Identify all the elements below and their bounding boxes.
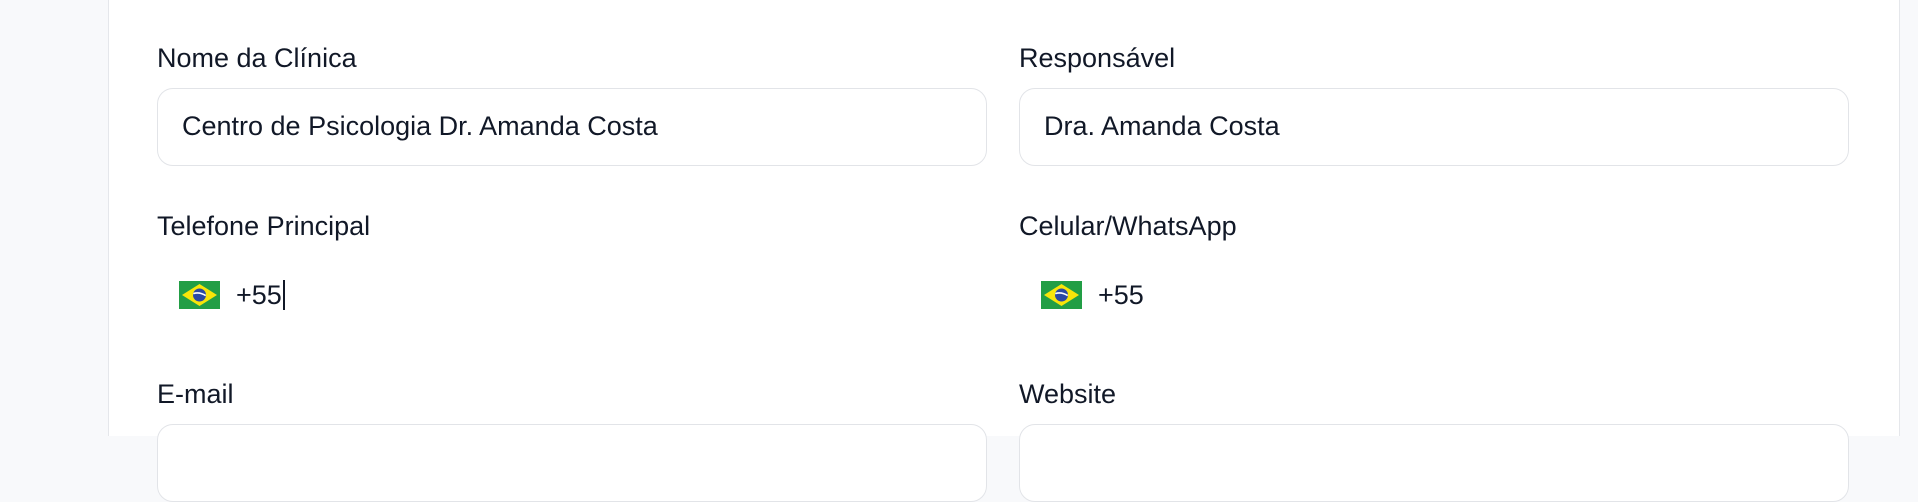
website-field: Website <box>1019 374 1849 502</box>
mobile-whatsapp-dial-code: +55 <box>1098 280 1144 310</box>
website-label: Website <box>1019 379 1117 409</box>
clinic-name-label: Nome da Clínica <box>157 43 357 73</box>
clinic-name-input[interactable]: Centro de Psicologia Dr. Amanda Costa <box>157 88 987 166</box>
main-phone-dial-code: +55 <box>236 275 285 315</box>
clinic-form-card: Nome da Clínica Centro de Psicologia Dr.… <box>108 0 1900 502</box>
brazil-flag-icon[interactable] <box>1041 281 1082 309</box>
main-phone-dial-code-text: +55 <box>236 280 282 310</box>
responsible-label: Responsável <box>1019 43 1176 73</box>
clinic-name-field: Nome da Clínica Centro de Psicologia Dr.… <box>157 38 987 166</box>
brazil-flag-icon[interactable] <box>179 281 220 309</box>
email-label: E-mail <box>157 379 234 409</box>
responsible-field: Responsável Dra. Amanda Costa <box>1019 38 1849 166</box>
main-phone-field: Telefone Principal +55 <box>157 206 987 334</box>
responsible-input[interactable]: Dra. Amanda Costa <box>1019 88 1849 166</box>
email-field: E-mail <box>157 374 987 502</box>
main-phone-input[interactable]: +55 <box>157 256 987 334</box>
mobile-whatsapp-label: Celular/WhatsApp <box>1019 211 1237 241</box>
main-phone-label: Telefone Principal <box>157 211 371 241</box>
mobile-whatsapp-field: Celular/WhatsApp +55 <box>1019 206 1849 334</box>
text-caret <box>282 280 285 310</box>
mobile-whatsapp-input[interactable]: +55 <box>1019 256 1849 334</box>
